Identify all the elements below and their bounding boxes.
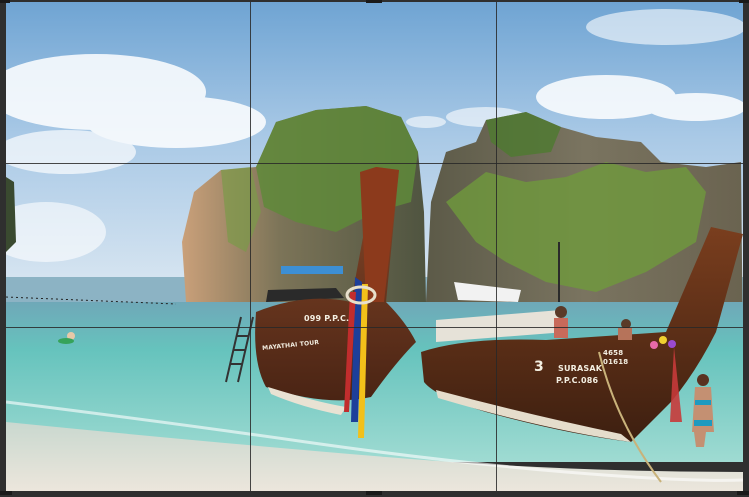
crop-handle-bottom-center[interactable] [366,491,382,495]
crop-handle-top-center[interactable] [366,0,382,3]
right-boat-ppc: P.P.C.086 [556,376,599,385]
photo-image [6,2,743,491]
crop-handle-top-right[interactable] [739,0,749,3]
right-boat-code-1: 4658 [603,349,624,357]
right-boat-name: SURASAK [558,364,603,373]
right-boat-big-number: 3 [534,359,544,375]
photo-canvas[interactable]: 099 P.P.C. MAYATHAI TOUR 3 SURASAK P.P.C… [6,2,743,491]
crop-handle-bottom-left[interactable] [0,491,12,495]
image-editor-canvas-area: 099 P.P.C. MAYATHAI TOUR 3 SURASAK P.P.C… [0,0,749,497]
crop-handle-bottom-right[interactable] [737,491,749,495]
left-boat-number: 099 P.P.C. [304,314,350,323]
crop-handle-top-left[interactable] [0,0,10,3]
right-boat-code-2: 01618 [603,358,629,366]
